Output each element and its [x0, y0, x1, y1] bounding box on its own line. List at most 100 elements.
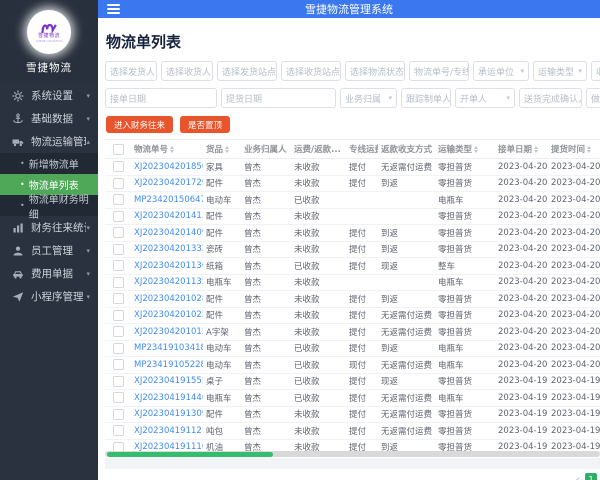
filter-sender-select[interactable]: 选择发货人▾: [105, 61, 157, 81]
row-checkbox[interactable]: [112, 441, 124, 451]
row-checkbox[interactable]: [112, 194, 124, 206]
column-header[interactable]: 运输类型: [435, 143, 495, 155]
filter-delivery-confirmer-input[interactable]: 送货完成确认人: [519, 88, 582, 108]
row-checkbox[interactable]: [112, 425, 124, 437]
sidebar: 雪捷物流 XUEJIE LOGISTICS 雪捷物流 系统设置 ▾ 基础数据 ▾ 物流运…: [0, 0, 98, 480]
filter-logistics-status-select[interactable]: 选择物流状态▾: [345, 61, 405, 81]
row-checkbox[interactable]: [112, 309, 124, 321]
sidebar-item-expense-documents[interactable]: 费用单据 ▾: [0, 262, 98, 285]
row-checkbox[interactable]: [112, 375, 124, 387]
sidebar-item-finance-statistics[interactable]: 财务往来统计▾: [0, 216, 98, 239]
order-number-link[interactable]: XJ20230419144609: [131, 393, 203, 403]
prev-page-icon[interactable]: ‹: [576, 474, 580, 480]
filter-issuer-select[interactable]: 开单人 ▾: [455, 88, 515, 108]
table-cell: 未收款: [294, 179, 320, 190]
column-header-label: 运费/返款...: [294, 145, 341, 155]
row-checkbox[interactable]: [112, 260, 124, 272]
table-cell: 现付: [349, 360, 367, 371]
row-checkbox[interactable]: [112, 293, 124, 305]
enter-finance-button[interactable]: 进入财务往来: [106, 116, 174, 133]
hamburger-menu-icon[interactable]: [107, 4, 120, 14]
column-header[interactable]: 物流单号: [131, 143, 203, 155]
table-cell: 未收款: [294, 327, 320, 338]
sort-icon[interactable]: [170, 145, 175, 153]
filter-payment-status-select[interactable]: 收款状态▾: [591, 61, 600, 81]
table-cell: 2023-04-19 14:46...: [551, 392, 600, 403]
order-number-link[interactable]: MP23420150647: [131, 195, 203, 205]
sort-icon[interactable]: [474, 145, 479, 153]
sidebar-item-miniprogram-management[interactable]: 小程序管理 ▾: [0, 285, 98, 308]
column-header-label: 运输类型: [438, 145, 473, 155]
filter-send-station-select[interactable]: 选择发货站点▾: [217, 61, 277, 81]
filter-transport-type-select[interactable]: 运输类型 ▾: [533, 61, 587, 81]
sidebar-item-employee-management[interactable]: 员工管理 ▾: [0, 239, 98, 262]
order-number-link[interactable]: XJ20230420140905: [131, 228, 203, 238]
table-cell: 2023-04-20: [498, 194, 548, 205]
order-number-link[interactable]: XJ20230420113503: [131, 277, 203, 287]
sort-icon[interactable]: [225, 145, 230, 153]
sidebar-item-label: 小程序管理: [31, 291, 84, 303]
placeholder-text: 做单主管: [591, 94, 600, 105]
checkbox-cell: [105, 210, 131, 222]
pin-toggle-button[interactable]: 是否置顶: [180, 116, 231, 133]
row-checkbox[interactable]: [112, 408, 124, 420]
order-number-link[interactable]: XJ20230420102500: [131, 310, 203, 320]
horizontal-scrollbar[interactable]: [105, 451, 600, 457]
order-number-link[interactable]: XJ20230420172910: [131, 178, 203, 188]
placeholder-text: 接单日期: [110, 94, 147, 105]
sidebar-item-system-settings[interactable]: 系统设置 ▾: [0, 84, 98, 107]
sort-icon[interactable]: [534, 145, 539, 153]
row-checkbox[interactable]: [112, 227, 124, 239]
column-header[interactable]: 接单日期: [495, 143, 548, 155]
filter-carrier-select[interactable]: 承运单位 ▾: [473, 61, 529, 81]
row-checkbox[interactable]: [112, 161, 124, 173]
order-number-link[interactable]: XJ20230420101500: [131, 327, 203, 337]
sort-icon[interactable]: [587, 145, 592, 153]
page-number-button[interactable]: 1: [585, 473, 597, 480]
table-cell: 2023-04-19: [498, 409, 548, 420]
order-number-link[interactable]: MP23419103418: [131, 343, 203, 353]
filter-business-owner-select[interactable]: 业务归属 ▾: [340, 88, 397, 108]
chevron-down-icon: ▾: [86, 246, 90, 255]
order-number-link[interactable]: XJ20230420113651: [131, 261, 203, 271]
chevron-down-icon: ▾: [520, 67, 524, 75]
row-checkbox[interactable]: [112, 210, 124, 222]
checkbox-cell: [105, 177, 131, 189]
row-checkbox[interactable]: [112, 276, 124, 288]
sidebar-item-logistics-transport[interactable]: 物流运输管理▴: [0, 130, 98, 153]
column-header[interactable]: 提货时间: [548, 143, 600, 155]
filter-order-no-input[interactable]: 物流单号/专线单号: [409, 61, 469, 81]
filter-receiver-select[interactable]: 选择收货人▾: [161, 61, 213, 81]
filter-receive-station-select[interactable]: 选择收货站点▾: [281, 61, 341, 81]
sidebar-subitem-new-logistics-order[interactable]: • 新增物流单: [0, 153, 98, 174]
order-number-link[interactable]: XJ20230419130910: [131, 409, 203, 419]
order-number-link[interactable]: MP23419105228: [131, 360, 203, 370]
order-number-link[interactable]: XJ20230420102837: [131, 294, 203, 304]
sidebar-item-label: 系统设置: [31, 90, 73, 102]
select-all-checkbox[interactable]: [112, 143, 124, 155]
table-row: XJ20230420133250瓷砖 曾杰 未收款 提付 到返 零担普货 2023-04-2…: [105, 241, 600, 258]
filter-order-maker-input[interactable]: 做单主管: [586, 88, 600, 108]
order-number-link[interactable]: XJ20230419155307: [131, 376, 203, 386]
order-number-link[interactable]: XJ20230419112137: [131, 426, 203, 436]
column-header[interactable]: 货品: [203, 143, 241, 155]
order-number-link[interactable]: XJ20230420185603: [131, 162, 203, 172]
filter-tracking-clerk-input[interactable]: 跟踪制单人: [401, 88, 451, 108]
order-number-link[interactable]: XJ20230419111056: [131, 442, 203, 451]
filter-pickup-date-input[interactable]: 提货日期: [221, 88, 336, 108]
order-number-link[interactable]: XJ20230420133250: [131, 244, 203, 254]
scrollbar-thumb[interactable]: [107, 451, 273, 457]
table-cell: 电动车: [206, 360, 232, 371]
row-checkbox[interactable]: [112, 342, 124, 354]
placeholder-text: 提货日期: [226, 94, 263, 105]
row-checkbox[interactable]: [112, 392, 124, 404]
table-cell: 到返: [381, 294, 399, 305]
filter-order-date-input[interactable]: 接单日期: [105, 88, 217, 108]
sidebar-item-base-data[interactable]: 基础数据 ▾: [0, 107, 98, 130]
order-number-link[interactable]: XJ20230420141305: [131, 211, 203, 221]
row-checkbox[interactable]: [112, 326, 124, 338]
sidebar-subitem-logistics-order-finance-detail[interactable]: • 物流单财务明细: [0, 195, 98, 221]
row-checkbox[interactable]: [112, 243, 124, 255]
row-checkbox[interactable]: [112, 359, 124, 371]
row-checkbox[interactable]: [112, 177, 124, 189]
